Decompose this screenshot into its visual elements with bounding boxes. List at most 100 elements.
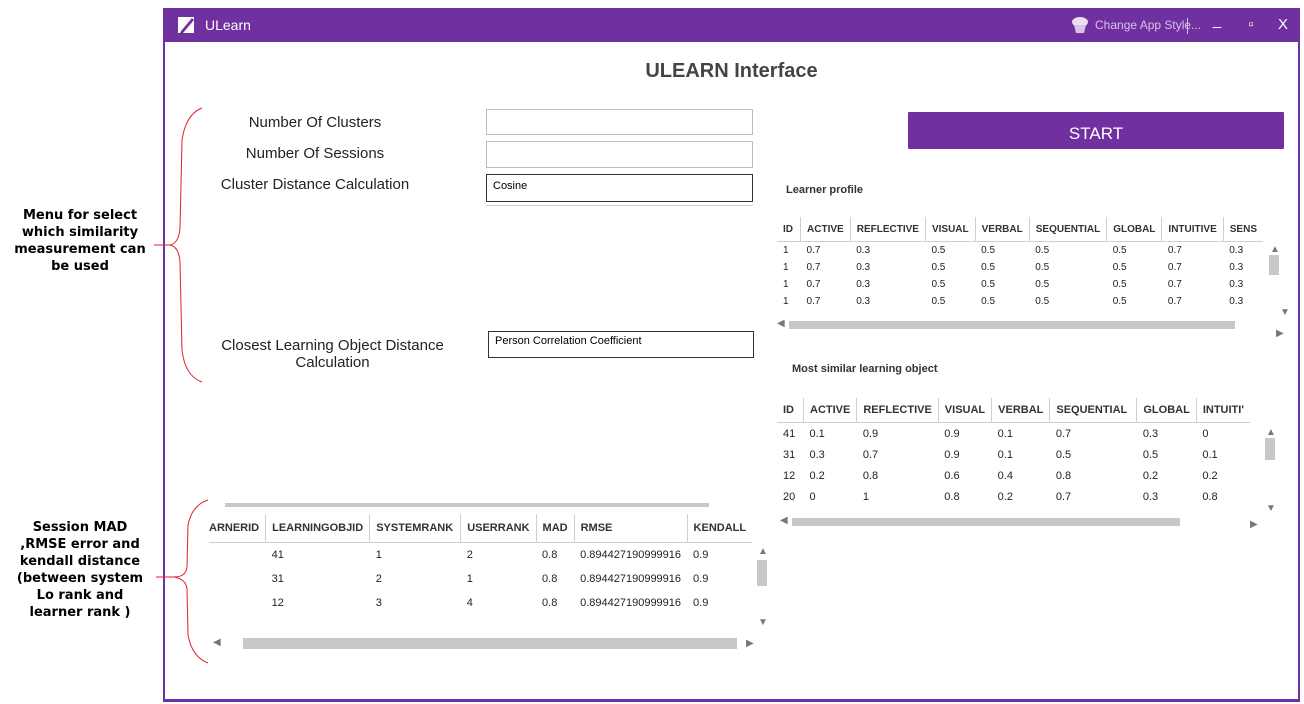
st-vertical-scroll-thumb[interactable] [757, 560, 767, 586]
cluster-distance-select[interactable]: Cosine [486, 174, 753, 202]
col-global[interactable]: GLOBAL [1106, 217, 1163, 242]
table-cell: 0.5 [981, 296, 996, 307]
sessions-input[interactable] [486, 141, 753, 168]
sl-scroll-up-arrow[interactable]: ▲ [1266, 428, 1276, 438]
session-annotation-line: Session MAD [32, 520, 128, 535]
lp-scroll-down-arrow[interactable]: ▼ [1280, 308, 1290, 318]
table-row[interactable]: 1 0.7 0.3 0.5 0.5 0.5 0.5 0.7 0.3 [777, 259, 1263, 276]
col-userrank[interactable]: USERRANK [460, 514, 537, 543]
col-rmse[interactable]: RMSE [574, 514, 688, 543]
table-row[interactable]: 31 0.3 0.7 0.9 0.1 0.5 0.5 0.1 [777, 444, 1250, 465]
menu-annotation: Menu for select which similarity measure… [0, 207, 160, 275]
col-reflective[interactable]: REFLECTIVE [850, 217, 926, 242]
table-cell: 0.5 [981, 262, 996, 273]
table-row[interactable]: 31 2 1 0.8 0.894427190999916 0.9 [209, 567, 752, 591]
col-intuitive[interactable]: INTUITI' [1196, 398, 1250, 423]
sl-horizontal-scroll-thumb[interactable] [792, 518, 1180, 526]
lp-horizontal-scrollbar[interactable]: ◀ [777, 319, 1257, 329]
table-row[interactable]: 12 0.2 0.8 0.6 0.4 0.8 0.2 0.2 [777, 465, 1250, 486]
cupcake-icon [1072, 17, 1088, 33]
table-row[interactable]: 12 3 4 0.8 0.894427190999916 0.9 [209, 591, 752, 615]
col-reflective[interactable]: REFLECTIVE [856, 398, 939, 423]
close-button[interactable]: X [1271, 13, 1295, 37]
sl-scroll-left-arrow[interactable]: ◀ [780, 516, 788, 526]
sl-horizontal-scrollbar[interactable]: ◀ [780, 516, 1260, 526]
table-cell: 0.7 [1055, 490, 1072, 503]
lo-distance-select[interactable]: Person Correlation Coefficient [488, 331, 754, 358]
table-row[interactable]: 1 0.7 0.3 0.5 0.5 0.5 0.5 0.7 0.3 [777, 242, 1263, 260]
st-scroll-right-arrow[interactable]: ▶ [746, 639, 754, 649]
table-cell: 0.2 [1202, 469, 1218, 482]
session-annotation-line: ,RMSE error and [20, 537, 140, 552]
col-systemrank[interactable]: SYSTEMRANK [369, 514, 462, 543]
table-cell: 0.8 [542, 597, 558, 609]
table-cell: 1 [466, 573, 473, 585]
table-row[interactable]: 41 0.1 0.9 0.9 0.1 0.7 0.3 0 [777, 423, 1250, 445]
table-row[interactable]: 1 0.7 0.3 0.5 0.5 0.5 0.5 0.7 0.3 [777, 293, 1263, 310]
table-cell: 0.9 [693, 549, 709, 561]
table-cell [209, 567, 266, 591]
table-cell: 0.5 [1112, 262, 1127, 273]
change-style-button[interactable]: Change App Style... [1070, 15, 1201, 35]
minimize-button[interactable]: _ [1205, 9, 1229, 33]
lp-scroll-up-arrow[interactable]: ▲ [1270, 245, 1280, 255]
lp-vertical-scroll-thumb[interactable] [1269, 255, 1279, 275]
table-cell: 0.1 [1202, 448, 1218, 461]
sl-scroll-down-arrow[interactable]: ▼ [1266, 504, 1276, 514]
table-cell: 0.8 [944, 490, 960, 503]
col-kendall[interactable]: KENDALL [687, 514, 753, 543]
lp-scroll-right-arrow[interactable]: ▶ [1276, 329, 1284, 339]
st-scroll-down-arrow[interactable]: ▼ [758, 618, 768, 628]
col-sequential[interactable]: SEQUENTIAL [1049, 398, 1138, 423]
col-id[interactable]: ID [777, 398, 804, 423]
st-scroll-up-arrow[interactable]: ▲ [758, 547, 768, 557]
col-sequential[interactable]: SEQUENTIAL [1029, 217, 1108, 242]
session-annotation-line: Lo rank and [36, 588, 124, 603]
table-cell: 0.7 [1167, 279, 1182, 290]
col-verbal[interactable]: VERBAL [991, 398, 1051, 423]
title-separator [1187, 18, 1188, 34]
maximize-button[interactable]: ▫ [1239, 13, 1263, 37]
col-id[interactable]: ID [777, 217, 802, 242]
lp-horizontal-scroll-thumb[interactable] [789, 321, 1235, 329]
table-cell: 0 [809, 490, 816, 503]
col-active[interactable]: ACTIVE [800, 217, 851, 242]
col-visual[interactable]: VISUAL [938, 398, 993, 423]
sl-vertical-scroll-thumb[interactable] [1265, 438, 1275, 460]
col-learningobjid[interactable]: LEARNINGOBJID [265, 514, 371, 543]
table-cell: 0.5 [981, 245, 996, 256]
table-cell: 1 [783, 245, 789, 256]
sl-scroll-right-arrow[interactable]: ▶ [1250, 520, 1258, 530]
col-visual[interactable]: VISUAL [925, 217, 976, 242]
st-horizontal-scrollbar[interactable]: ◀ [209, 638, 749, 649]
table-cell: 0.4 [997, 469, 1013, 482]
session-top-scroll-stub [225, 503, 709, 507]
similar-lo-title: Most similar learning object [792, 363, 938, 375]
table-cell: 0.7 [806, 296, 821, 307]
table-cell: 0.1 [809, 427, 825, 440]
table-cell: 0.9 [944, 427, 960, 440]
clusters-input[interactable] [486, 109, 753, 135]
table-row[interactable]: 41 1 2 0.8 0.894427190999916 0.9 [209, 543, 752, 568]
table-cell: 0.5 [981, 279, 996, 290]
table-row[interactable]: 20 0 1 0.8 0.2 0.7 0.3 0.8 [777, 486, 1250, 507]
title-bar[interactable]: ULearn Change App Style... _ ▫ X [165, 8, 1298, 42]
col-sens[interactable]: SENS [1223, 217, 1263, 242]
st-horizontal-scroll-thumb[interactable] [243, 638, 737, 649]
col-active[interactable]: ACTIVE [803, 398, 858, 423]
col-verbal[interactable]: VERBAL [975, 217, 1030, 242]
start-button[interactable]: START [908, 112, 1284, 149]
cluster-distance-divider [486, 205, 753, 206]
table-cell: 0.2 [997, 490, 1013, 503]
lp-scroll-left-arrow[interactable]: ◀ [777, 319, 785, 329]
col-mad[interactable]: MAD [536, 514, 575, 543]
table-cell: 0.7 [806, 279, 821, 290]
col-intuitive[interactable]: INTUITIVE [1161, 217, 1224, 242]
similar-lo-table-view: ID ACTIVE REFLECTIVE VISUAL VERBAL SEQUE… [777, 398, 1257, 516]
st-scroll-left-arrow[interactable]: ◀ [213, 638, 221, 648]
table-header-row: ID ACTIVE REFLECTIVE VISUAL VERBAL SEQUE… [777, 398, 1250, 423]
table-cell: 0.894427190999916 [580, 597, 682, 609]
col-global[interactable]: GLOBAL [1136, 398, 1197, 423]
table-row[interactable]: 1 0.7 0.3 0.5 0.5 0.5 0.5 0.7 0.3 [777, 276, 1263, 293]
col-learnerid[interactable]: ARNERID [209, 514, 267, 543]
